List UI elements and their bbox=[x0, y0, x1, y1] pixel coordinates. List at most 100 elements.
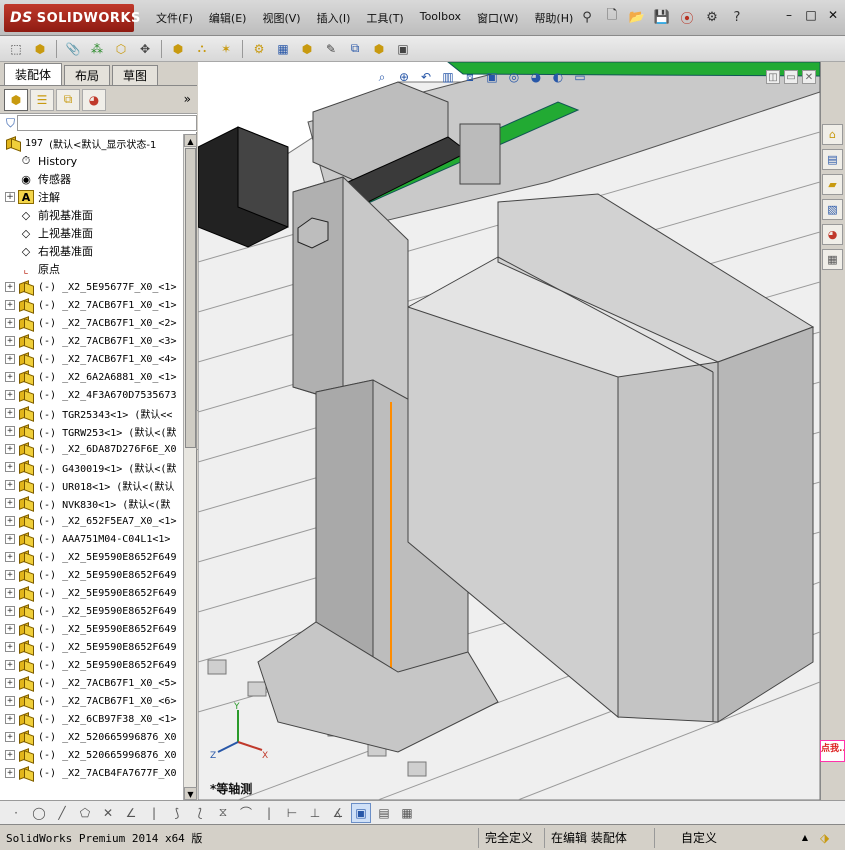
tree-component[interactable]: + (-) _X2_5E9590E8652F649 bbox=[0, 566, 183, 584]
apply-scene-icon[interactable]: ◐ bbox=[549, 68, 567, 86]
tree-component[interactable]: + (-) _X2_6DA87D276F6E_X0 bbox=[0, 440, 183, 458]
view-orientation-icon[interactable]: ⧈ bbox=[461, 68, 479, 86]
tree-component[interactable]: + (-) _X2_7ACB67F1_X0_<2> bbox=[0, 314, 183, 332]
expand-icon[interactable]: + bbox=[5, 606, 15, 616]
tree-component[interactable]: + (-) _X2_7ACB67F1_X0_<5> bbox=[0, 674, 183, 692]
tree-component[interactable]: + (-) TGR25343<1> (默认<< bbox=[0, 404, 183, 422]
menu-view[interactable]: 视图(V) bbox=[254, 10, 308, 26]
tree-component[interactable]: + (-) AAA751M04-C04L1<1> bbox=[0, 530, 183, 548]
expand-icon[interactable]: + bbox=[5, 750, 15, 760]
tab-sketch[interactable]: 草图 bbox=[112, 65, 159, 85]
graphics-area[interactable]: ⌕ ⊕ ↶ ▥ ⧈ ▣ ◎ ◕ ◐ ▭ ◫ ▭ ✕ Y X Z *等轴测 bbox=[198, 62, 820, 800]
menu-toolbox[interactable]: Toolbox bbox=[412, 10, 469, 26]
tree-component[interactable]: + (-) _X2_7ACB67F1_X0_<1> bbox=[0, 296, 183, 314]
tree-component[interactable]: + (-) _X2_5E9590E8652F649 bbox=[0, 656, 183, 674]
hole-alignment-icon[interactable]: ▣ bbox=[393, 39, 413, 59]
expand-icon[interactable]: + bbox=[5, 516, 15, 526]
circle-icon[interactable]: ◯ bbox=[29, 803, 49, 823]
viewport-split-icon[interactable]: ◫ bbox=[766, 70, 780, 84]
insert-component-icon[interactable]: ⬢ bbox=[30, 39, 50, 59]
expand-icon[interactable]: + bbox=[5, 354, 15, 364]
feature-manager-icon[interactable]: ⬢ bbox=[4, 88, 28, 111]
tree-item-plane[interactable]: ◇ 上视基准面 bbox=[0, 224, 183, 242]
tree-component[interactable]: + (-) _X2_7ACB4FA7677F_X0 bbox=[0, 764, 183, 782]
tree-scrollbar[interactable]: ▲ ▼ bbox=[183, 134, 197, 800]
new-document-icon[interactable]: 🗋 bbox=[601, 6, 623, 28]
hide-show-items-icon[interactable]: ◎ bbox=[505, 68, 523, 86]
home-icon[interactable]: ⌂ bbox=[822, 124, 843, 145]
tree-component[interactable]: + (-) _X2_7ACB67F1_X0_<3> bbox=[0, 332, 183, 350]
view-settings-icon[interactable]: ▭ bbox=[571, 68, 589, 86]
property-manager-icon[interactable]: ☰ bbox=[30, 88, 54, 111]
tree-component[interactable]: + (-) _X2_7ACB67F1_X0_<6> bbox=[0, 692, 183, 710]
assembly-icon[interactable]: ⬚ bbox=[6, 39, 26, 59]
units-selector[interactable]: 自定义 ▲ bbox=[654, 827, 814, 848]
display-manager-icon[interactable]: ◕ bbox=[82, 88, 106, 111]
configuration-manager-icon[interactable]: ⧉ bbox=[56, 88, 80, 111]
file-explorer-icon[interactable]: ▧ bbox=[822, 199, 843, 220]
tree-component[interactable]: + (-) _X2_5E9590E8652F649 bbox=[0, 638, 183, 656]
expand-icon[interactable]: + bbox=[5, 462, 15, 472]
zoom-to-area-icon[interactable]: ⊕ bbox=[395, 68, 413, 86]
display-style-icon[interactable]: ▣ bbox=[483, 68, 501, 86]
expand-icon[interactable]: + bbox=[5, 318, 15, 328]
zoom-to-fit-icon[interactable]: ⌕ bbox=[373, 68, 391, 86]
resources-icon[interactable]: ▤ bbox=[822, 149, 843, 170]
minimize-button[interactable]: – bbox=[779, 6, 799, 24]
previous-view-icon[interactable]: ↶ bbox=[417, 68, 435, 86]
tree-component[interactable]: + (-) _X2_7ACB67F1_X0_<4> bbox=[0, 350, 183, 368]
edit-appearance-icon[interactable]: ◕ bbox=[527, 68, 545, 86]
traffic-light-icon[interactable]: ⦿ bbox=[676, 6, 698, 28]
tree-item-history[interactable]: ⏱ History bbox=[0, 152, 183, 170]
section-display-icon[interactable]: ▤ bbox=[374, 803, 394, 823]
expand-icon[interactable]: + bbox=[5, 336, 15, 346]
tree-component[interactable]: + (-) _X2_5E95677F_X0_<1> bbox=[0, 278, 183, 296]
hint-popup[interactable]: 点我... bbox=[820, 740, 845, 762]
tree-item-sensor[interactable]: ◉ 传感器 bbox=[0, 170, 183, 188]
assembly-features-icon[interactable]: ⛬ bbox=[192, 39, 212, 59]
mate-icon[interactable]: 📎 bbox=[63, 39, 83, 59]
tree-component[interactable]: + (-) _X2_5E9590E8652F649 bbox=[0, 584, 183, 602]
filter-icon[interactable]: ⛉ bbox=[6, 116, 15, 131]
tree-component[interactable]: + (-) _X2_520665996876_X0 bbox=[0, 746, 183, 764]
offset-icon[interactable]: ⟅ bbox=[190, 803, 210, 823]
polygon-icon[interactable]: ⬠ bbox=[75, 803, 95, 823]
tree-component[interactable]: + (-) _X2_4F3A670D7535673 bbox=[0, 386, 183, 404]
angle-icon[interactable]: ∠ bbox=[121, 803, 141, 823]
tree-component[interactable]: + (-) _X2_520665996876_X0 bbox=[0, 728, 183, 746]
tag-icon[interactable]: ⬗ bbox=[814, 828, 835, 848]
viewport-close-icon[interactable]: ✕ bbox=[802, 70, 816, 84]
open-folder-icon[interactable]: 📂 bbox=[626, 6, 648, 28]
tree-component[interactable]: + (-) _X2_652F5EA7_X0_<1> bbox=[0, 512, 183, 530]
custom-properties-icon[interactable]: ▦ bbox=[822, 249, 843, 270]
menu-help[interactable]: 帮助(H) bbox=[526, 10, 581, 26]
tree-component[interactable]: + (-) UR018<1> (默认<(默认 bbox=[0, 476, 183, 494]
tree-component[interactable]: + (-) _X2_5E9590E8652F649 bbox=[0, 602, 183, 620]
smart-fasteners-icon[interactable]: ⬡ bbox=[111, 39, 131, 59]
expand-icon[interactable]: + bbox=[5, 696, 15, 706]
appearances-icon[interactable]: ◕ bbox=[822, 224, 843, 245]
table-icon[interactable]: ▦ bbox=[397, 803, 417, 823]
new-motion-study-icon[interactable]: ⚙ bbox=[249, 39, 269, 59]
menu-tools[interactable]: 工具(T) bbox=[358, 10, 411, 26]
help-icon[interactable]: ? bbox=[726, 6, 748, 28]
expand-icon[interactable]: + bbox=[5, 444, 15, 454]
close-button[interactable]: ✕ bbox=[823, 6, 843, 24]
point-icon[interactable]: · bbox=[6, 803, 26, 823]
expand-icon[interactable]: + bbox=[5, 642, 15, 652]
expand-icon[interactable]: + bbox=[5, 732, 15, 742]
viewport-restore-icon[interactable]: ▭ bbox=[784, 70, 798, 84]
expand-icon[interactable]: + bbox=[5, 192, 15, 202]
expand-icon[interactable]: + bbox=[5, 372, 15, 382]
expand-icon[interactable]: + bbox=[5, 408, 15, 418]
expand-icon[interactable]: + bbox=[5, 282, 15, 292]
scroll-down-arrow-icon[interactable]: ▼ bbox=[184, 787, 197, 800]
expand-icon[interactable]: + bbox=[5, 660, 15, 670]
explode-line-sketch-icon[interactable]: ✎ bbox=[321, 39, 341, 59]
tree-component[interactable]: + (-) _X2_6CB97F38_X0_<1> bbox=[0, 710, 183, 728]
maximize-button[interactable]: □ bbox=[801, 6, 821, 24]
filter-input[interactable] bbox=[17, 115, 197, 131]
tree-item-annotation[interactable]: + A 注解 bbox=[0, 188, 183, 206]
solidworks-logo[interactable]: DS SOLIDWORKS bbox=[4, 4, 140, 32]
show-hidden-icon[interactable]: ⬢ bbox=[168, 39, 188, 59]
